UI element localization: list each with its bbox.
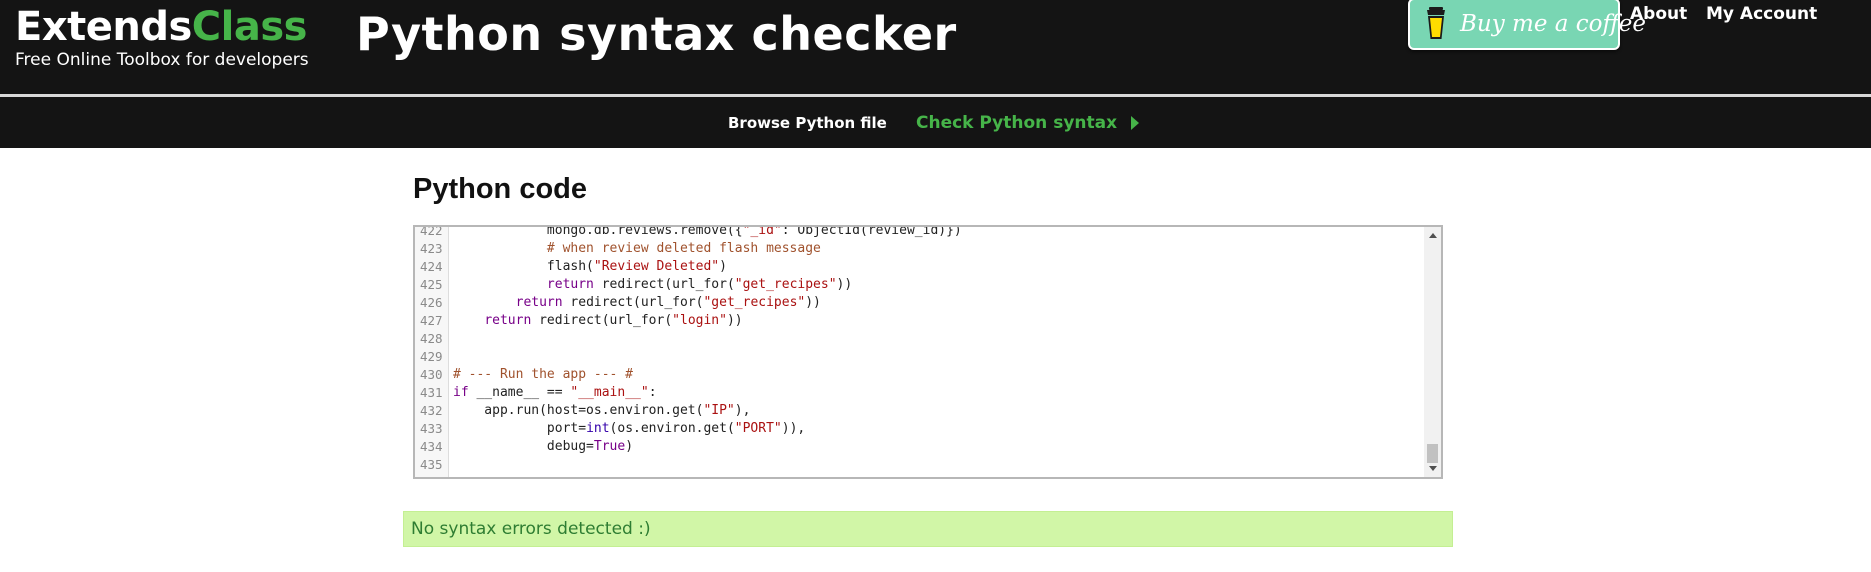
scroll-up-button[interactable] [1424, 227, 1441, 244]
editor-scrollbar[interactable] [1424, 227, 1441, 477]
code-line[interactable]: 435 [415, 455, 1423, 473]
tool-nav-bar: Browse Python file Check Python syntax [0, 97, 1871, 148]
code-line[interactable]: 427 return redirect(url_for("login")) [415, 311, 1423, 329]
code-line[interactable]: 422 mongo.db.reviews.remove({"_id": Obje… [415, 225, 1423, 239]
code-line[interactable]: 430 # --- Run the app --- # [415, 365, 1423, 383]
python-code-editor[interactable]: 422 mongo.db.reviews.remove({"_id": Obje… [413, 225, 1443, 479]
line-number: 428 [420, 330, 443, 346]
my-account-link[interactable]: My Account [1706, 3, 1817, 25]
code-text[interactable]: debug=True) [449, 439, 633, 454]
line-number: 431 [420, 384, 443, 400]
line-number: 432 [420, 402, 443, 418]
code-line[interactable]: 426 return redirect(url_for("get_recipes… [415, 293, 1423, 311]
brand-tagline: Free Online Toolbox for developers [15, 50, 309, 70]
code-text[interactable]: flash("Review Deleted") [449, 259, 727, 274]
code-text[interactable]: port=int(os.environ.get("PORT")), [449, 421, 805, 436]
buy-me-a-coffee-label: Buy me a coffee [1460, 11, 1647, 37]
line-number: 435 [420, 456, 443, 472]
buy-me-a-coffee-button[interactable]: Buy me a coffee [1408, 0, 1646, 50]
line-number: 430 [420, 366, 443, 382]
about-link[interactable]: About [1630, 3, 1687, 25]
brand-name-extends: Extends [15, 4, 192, 50]
site-header: ExtendsClass Free Online Toolbox for dev… [0, 0, 1871, 94]
code-line[interactable]: 431 if __name__ == "__main__": [415, 383, 1423, 401]
code-text[interactable]: if __name__ == "__main__": [449, 385, 657, 400]
code-line[interactable]: 425 return redirect(url_for("get_recipes… [415, 275, 1423, 293]
scroll-down-button[interactable] [1424, 460, 1441, 477]
code-line[interactable]: 424 flash("Review Deleted") [415, 257, 1423, 275]
line-number: 425 [420, 276, 443, 292]
code-text[interactable]: mongo.db.reviews.remove({"_id": ObjectId… [449, 227, 962, 238]
brand-name[interactable]: ExtendsClass [15, 5, 309, 49]
code-line[interactable]: 428 [415, 329, 1423, 347]
browse-python-file-link[interactable]: Browse Python file [728, 113, 887, 133]
code-text[interactable]: return redirect(url_for("get_recipes")) [449, 277, 852, 292]
code-text[interactable]: # when review deleted flash message [449, 241, 821, 256]
line-number: 422 [420, 225, 443, 238]
coffee-cup-icon [1427, 7, 1445, 39]
code-text[interactable]: # --- Run the app --- # [449, 367, 633, 382]
line-number: 426 [420, 294, 443, 310]
code-text[interactable]: return redirect(url_for("login")) [449, 313, 742, 328]
code-line[interactable]: 433 port=int(os.environ.get("PORT")), [415, 419, 1423, 437]
syntax-result-message: No syntax errors detected :) [411, 519, 651, 539]
line-number: 429 [420, 348, 443, 364]
page-title: Python syntax checker [356, 7, 957, 61]
code-line[interactable]: 429 [415, 347, 1423, 365]
line-number: 424 [420, 258, 443, 274]
code-line[interactable]: 432 app.run(host=os.environ.get("IP"), [415, 401, 1423, 419]
arrow-down-icon [1428, 466, 1437, 471]
triangle-right-icon [1131, 116, 1140, 130]
line-number: 423 [420, 240, 443, 256]
section-title: Python code [413, 173, 588, 205]
code-lines[interactable]: 422 mongo.db.reviews.remove({"_id": Obje… [415, 225, 1423, 473]
syntax-result-banner: No syntax errors detected :) [403, 511, 1453, 547]
brand-name-class: Class [191, 4, 308, 50]
code-line[interactable]: 434 debug=True) [415, 437, 1423, 455]
arrow-up-icon [1428, 233, 1437, 238]
brand-logo[interactable]: ExtendsClass Free Online Toolbox for dev… [15, 5, 309, 70]
code-line[interactable]: 423 # when review deleted flash message [415, 239, 1423, 257]
line-number: 427 [420, 312, 443, 328]
line-number: 433 [420, 420, 443, 436]
code-text[interactable]: app.run(host=os.environ.get("IP"), [449, 403, 750, 418]
check-python-syntax-link[interactable]: Check Python syntax [916, 112, 1140, 134]
line-number: 434 [420, 438, 443, 454]
code-text[interactable]: return redirect(url_for("get_recipes")) [449, 295, 821, 310]
check-python-syntax-label: Check Python syntax [916, 113, 1118, 133]
